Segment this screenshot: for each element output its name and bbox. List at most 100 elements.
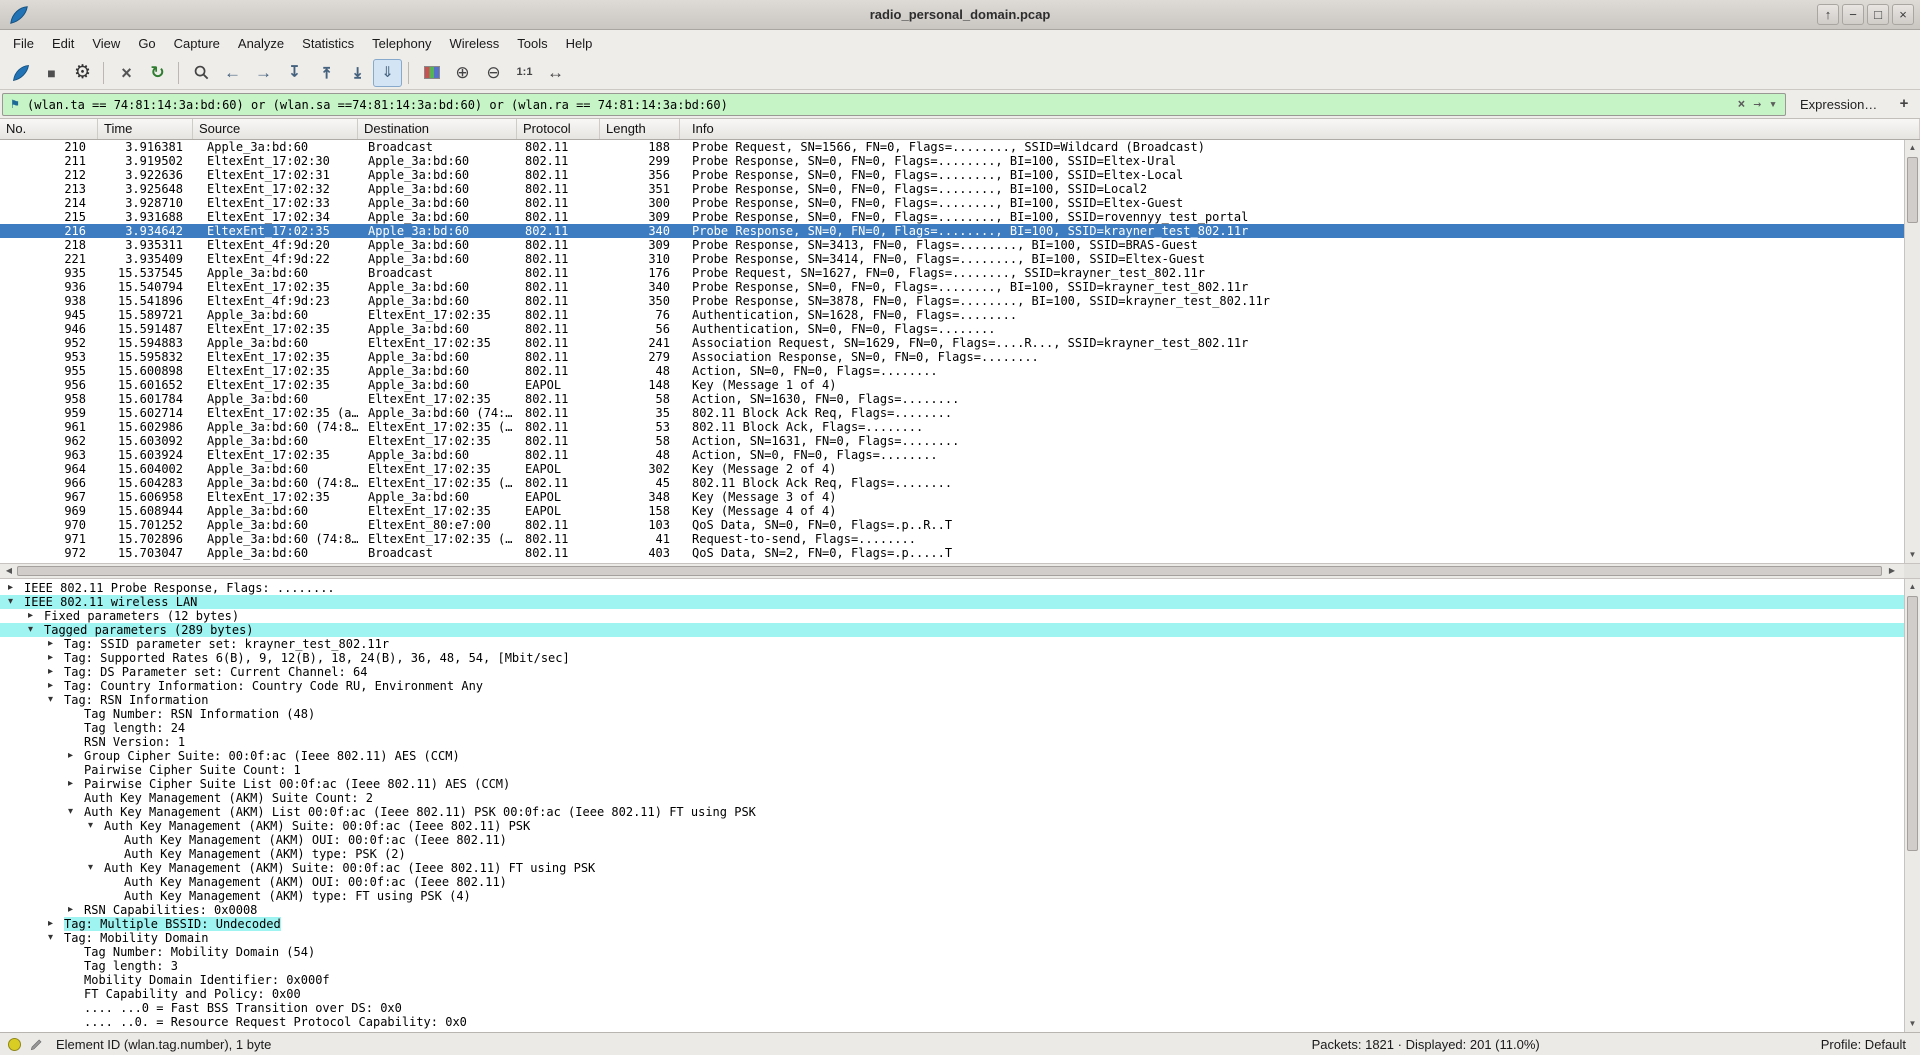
packet-row[interactable]: 96315.603924EltexEnt_17:02:35Apple_3a:bd… [0,448,1904,462]
detail-row[interactable]: ▾Auth Key Management (AKM) List 00:0f:ac… [0,805,1904,819]
col-header-destination[interactable]: Destination [358,119,517,139]
packet-row[interactable]: 93515.537545Apple_3a:bd:60Broadcast802.1… [0,266,1904,280]
menu-tools[interactable]: Tools [508,31,556,56]
filter-dropdown-icon[interactable]: ▾ [1769,98,1777,111]
detail-row[interactable]: ▾Auth Key Management (AKM) Suite: 00:0f:… [0,861,1904,875]
packet-row[interactable]: 95215.594883Apple_3a:bd:60EltexEnt_17:02… [0,336,1904,350]
expander-expanded-icon[interactable]: ▾ [48,931,53,945]
expander-collapsed-icon[interactable]: ▸ [48,665,53,679]
menu-wireless[interactable]: Wireless [440,31,508,56]
packet-row[interactable]: 94515.589721Apple_3a:bd:60EltexEnt_17:02… [0,308,1904,322]
packet-row[interactable]: 97215.703047Apple_3a:bd:60Broadcast802.1… [0,546,1904,560]
detail-row[interactable]: ▸Tag: SSID parameter set: krayner_test_8… [0,637,1904,651]
maximize-button[interactable]: □ [1867,4,1889,25]
packet-list-hscrollbar[interactable]: ◀ ▶ [0,563,1920,579]
detail-row[interactable]: .... ..0. = Resource Request Protocol Ca… [0,1015,1904,1029]
detail-row[interactable]: Auth Key Management (AKM) type: PSK (2) [0,847,1904,861]
packet-row[interactable]: 2143.928710EltexEnt_17:02:33Apple_3a:bd:… [0,196,1904,210]
packet-row[interactable]: 95915.602714EltexEnt_17:02:35 (a…Apple_3… [0,406,1904,420]
col-header-time[interactable]: Time [98,119,193,139]
menu-telephony[interactable]: Telephony [363,31,440,56]
scroll-left-icon[interactable]: ◀ [1,564,17,578]
detail-row[interactable]: ▸Tag: Multiple BSSID: Undecoded [0,917,1904,931]
detail-row[interactable]: ▾Auth Key Management (AKM) Suite: 00:0f:… [0,819,1904,833]
detail-row[interactable]: FT Capability and Policy: 0x00 [0,987,1904,1001]
packet-row[interactable]: 96215.603092Apple_3a:bd:60EltexEnt_17:02… [0,434,1904,448]
details-vscrollbar[interactable]: ▲ ▼ [1904,579,1920,1032]
keep-above-button[interactable]: ↑ [1817,4,1839,25]
expander-expanded-icon[interactable]: ▾ [88,819,93,833]
packet-row[interactable]: 2103.916381Apple_3a:bd:60Broadcast802.11… [0,140,1904,154]
filter-apply-icon[interactable]: → [1753,98,1761,111]
packet-row[interactable]: 2133.925648EltexEnt_17:02:32Apple_3a:bd:… [0,182,1904,196]
stop-capture-button[interactable]: ■ [37,59,66,87]
detail-row[interactable]: Auth Key Management (AKM) Suite Count: 2 [0,791,1904,805]
go-last-button[interactable]: ⇥ [342,59,371,87]
display-filter-input[interactable]: ⚑ (wlan.ta == 74:81:14:3a:bd:60) or (wla… [2,93,1786,116]
menu-statistics[interactable]: Statistics [293,31,363,56]
packet-row[interactable]: 95515.600898EltexEnt_17:02:35Apple_3a:bd… [0,364,1904,378]
packet-row[interactable]: 96415.604002Apple_3a:bd:60EltexEnt_17:02… [0,462,1904,476]
expander-expanded-icon[interactable]: ▾ [28,623,33,637]
detail-row[interactable]: ▾Tag: RSN Information [0,693,1904,707]
col-header-source[interactable]: Source [193,119,358,139]
expert-info-icon[interactable] [8,1038,21,1051]
detail-row[interactable]: ▸Fixed parameters (12 bytes) [0,609,1904,623]
capture-options-button[interactable]: ⚙ [68,59,97,87]
packet-row[interactable]: 93615.540794EltexEnt_17:02:35Apple_3a:bd… [0,280,1904,294]
capture-comment-icon[interactable] [30,1037,44,1051]
menu-help[interactable]: Help [557,31,602,56]
close-capture-button[interactable]: × [112,59,141,87]
detail-row[interactable]: ▾Tag: Mobility Domain [0,931,1904,945]
auto-scroll-button[interactable]: ⇓ [373,59,402,87]
zoom-100-button[interactable]: 1:1 [510,59,539,87]
col-header-info[interactable]: Info [680,119,1920,139]
packet-list-vscrollbar[interactable]: ▲ ▼ [1904,140,1920,563]
menu-edit[interactable]: Edit [43,31,83,56]
expander-collapsed-icon[interactable]: ▸ [48,917,53,931]
status-profile[interactable]: Profile: Default [1821,1037,1906,1052]
menu-file[interactable]: File [4,31,43,56]
expression-button[interactable]: Expression… [1800,95,1877,115]
menu-go[interactable]: Go [129,31,164,56]
menu-analyze[interactable]: Analyze [229,31,293,56]
details-scroll-down-icon[interactable]: ▼ [1905,1017,1920,1031]
detail-row[interactable]: ▸Group Cipher Suite: 00:0f:ac (Ieee 802.… [0,749,1904,763]
expander-collapsed-icon[interactable]: ▸ [48,637,53,651]
packet-row[interactable]: 97015.701252Apple_3a:bd:60EltexEnt_80:e7… [0,518,1904,532]
packet-row[interactable]: 95615.601652EltexEnt_17:02:35Apple_3a:bd… [0,378,1904,392]
packet-list-scroll-thumb[interactable] [1907,157,1918,223]
packet-row[interactable]: 93815.541896EltexEnt_4f:9d:23Apple_3a:bd… [0,294,1904,308]
detail-row[interactable]: RSN Version: 1 [0,735,1904,749]
detail-row[interactable]: Tag length: 3 [0,959,1904,973]
close-button[interactable]: × [1892,4,1914,25]
detail-row[interactable]: Auth Key Management (AKM) OUI: 00:0f:ac … [0,833,1904,847]
packet-row[interactable]: 2183.935311EltexEnt_4f:9d:20Apple_3a:bd:… [0,238,1904,252]
hscroll-thumb[interactable] [17,566,1882,576]
go-to-packet-button[interactable]: ↧ [280,59,309,87]
expander-collapsed-icon[interactable]: ▸ [28,609,33,623]
detail-row[interactable]: ▸Tag: DS Parameter set: Current Channel:… [0,665,1904,679]
find-packet-button[interactable] [187,59,216,87]
expander-expanded-icon[interactable]: ▾ [8,595,13,609]
expander-collapsed-icon[interactable]: ▸ [68,777,73,791]
scroll-up-icon[interactable]: ▲ [1905,141,1920,155]
minimize-button[interactable]: − [1842,4,1864,25]
expander-collapsed-icon[interactable]: ▸ [8,581,13,595]
detail-row[interactable]: ▸Tag: Supported Rates 6(B), 9, 12(B), 18… [0,651,1904,665]
details-scroll-up-icon[interactable]: ▲ [1905,580,1920,594]
col-header-no[interactable]: No. [0,119,98,139]
detail-row[interactable]: Mobility Domain Identifier: 0x000f [0,973,1904,987]
detail-row[interactable]: Pairwise Cipher Suite Count: 1 [0,763,1904,777]
menu-view[interactable]: View [83,31,129,56]
expander-collapsed-icon[interactable]: ▸ [48,679,53,693]
title-bar[interactable]: radio_personal_domain.pcap ↑ − □ × [0,0,1920,30]
detail-row[interactable]: ▾Tagged parameters (289 bytes) [0,623,1904,637]
packet-row[interactable]: 2153.931688EltexEnt_17:02:34Apple_3a:bd:… [0,210,1904,224]
packet-row[interactable]: 2113.919502EltexEnt_17:02:30Apple_3a:bd:… [0,154,1904,168]
detail-row[interactable]: ▸RSN Capabilities: 0x0008 [0,903,1904,917]
packet-row[interactable]: 96915.608944Apple_3a:bd:60EltexEnt_17:02… [0,504,1904,518]
detail-row[interactable]: Auth Key Management (AKM) OUI: 00:0f:ac … [0,875,1904,889]
detail-row[interactable]: ▸Pairwise Cipher Suite List 00:0f:ac (Ie… [0,777,1904,791]
detail-row[interactable]: ▾IEEE 802.11 wireless LAN [0,595,1904,609]
